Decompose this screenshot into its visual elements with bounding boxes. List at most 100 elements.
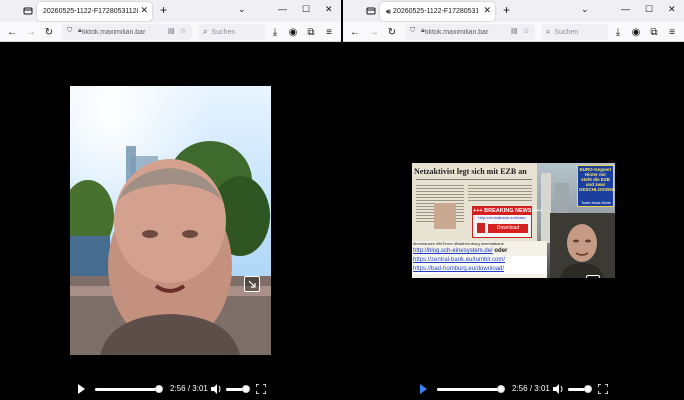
total-time: 3:01 [192, 384, 208, 393]
reader-view-icon[interactable]: ▤ [168, 27, 175, 35]
picture-in-picture-icon[interactable] [244, 276, 260, 292]
lock-icon[interactable]: 🔒︎ [78, 27, 82, 35]
forward-icon[interactable]: → [24, 25, 38, 39]
newspaper-headline: Netzaktivist legt sich mit EZB an [414, 167, 527, 176]
tab-title: 20260525-1122-F172805311281275 [43, 8, 138, 15]
downloads-icon[interactable]: ⤓ [268, 25, 282, 39]
extensions-icon[interactable]: ⧉ [304, 25, 318, 39]
nav-bar: ← → ↻ ⛉ 🔒︎ tiktok.maximilian.bar ▤ ☆ ⌕ S… [0, 22, 341, 42]
maximize-icon[interactable]: ☐ [645, 4, 653, 15]
pdf-icon [477, 223, 485, 233]
maximize-icon[interactable]: ☐ [302, 4, 310, 15]
tab-list-icon[interactable] [20, 3, 36, 19]
url-bar[interactable]: ⛉ 🔒︎ tiktok.maximilian.bar ▤ ☆ [405, 24, 535, 40]
shield-icon[interactable]: ⛉ [410, 27, 415, 35]
time-display: 2:56 / 3:01 [170, 384, 208, 393]
links-panel: #bonhausen #fixTerror #BadHomburg #zentr… [412, 241, 547, 278]
url-text: tiktok.maximilian.bar [425, 28, 489, 36]
back-icon[interactable]: ← [5, 25, 19, 39]
new-tab-button[interactable]: + [160, 3, 167, 17]
fullscreen-icon[interactable] [597, 383, 609, 395]
list-all-tabs-icon[interactable]: ⌄ [581, 4, 589, 15]
current-time: 2:56 [170, 384, 186, 393]
download-badge: Download [488, 224, 528, 233]
reader-view-icon[interactable]: ▤ [511, 27, 518, 35]
nav-bar: ← → ↻ ⛉ 🔒︎ tiktok.maximilian.bar ▤ ☆ ⌕ S… [343, 22, 684, 42]
volume-slider[interactable] [568, 385, 592, 393]
euro-box: EURO-Gegner! Hinter mir steht die EZB un… [577, 165, 615, 207]
tab-active[interactable]: 🔊︎ 20260525-1122-F172805311281275 ✕ [380, 2, 495, 21]
newspaper-rule [416, 179, 532, 180]
volume-slider[interactable] [226, 385, 250, 393]
search-input[interactable]: ⌕ Suchen [542, 24, 608, 40]
video-player[interactable] [70, 86, 271, 355]
url-bar[interactable]: ⛉ 🔒︎ tiktok.maximilian.bar ▤ ☆ [62, 24, 192, 40]
account-icon[interactable]: ◉ [629, 25, 643, 39]
link-line-3: https://bad-homburg.eu/download/ [412, 265, 547, 274]
tab-bar: 🔊︎ 20260525-1122-F172805311281275 ✕ + ⌄ … [343, 0, 684, 22]
breaking-link: http://zentralbank.eu/brake [478, 215, 526, 220]
link-line-1: http://blog.sch-einesystem.de/ oder [412, 247, 547, 256]
time-separator: / [529, 384, 533, 393]
search-placeholder: Suchen [554, 28, 579, 36]
close-window-icon[interactable]: ✕ [668, 4, 676, 15]
seek-thumb[interactable] [155, 385, 164, 393]
picture-in-picture-icon[interactable] [586, 275, 600, 278]
lock-icon[interactable]: 🔒︎ [421, 27, 425, 35]
search-input[interactable]: ⌕ Suchen [199, 24, 265, 40]
list-all-tabs-icon[interactable]: ⌄ [238, 4, 246, 15]
current-time: 2:56 [512, 384, 528, 393]
close-window-icon[interactable]: ✕ [325, 4, 333, 15]
tab-list-icon[interactable] [363, 3, 379, 19]
back-icon[interactable]: ← [348, 25, 362, 39]
new-tab-button[interactable]: + [503, 3, 510, 17]
reload-icon[interactable]: ↻ [385, 25, 399, 39]
account-icon[interactable]: ◉ [286, 25, 300, 39]
browser-window-right: 🔊︎ 20260525-1122-F172805311281275 ✕ + ⌄ … [343, 0, 684, 400]
breaking-news-box: +++ BREAKING NEWS +++ http://zentralbank… [472, 206, 543, 238]
euro-box-subtext: Tower etwas Worte [581, 201, 611, 205]
seek-slider[interactable] [437, 385, 506, 393]
volume-thumb[interactable] [242, 385, 250, 393]
forward-icon[interactable]: → [367, 25, 381, 39]
extensions-icon[interactable]: ⧉ [647, 25, 661, 39]
app-menu-icon[interactable]: ≡ [322, 25, 336, 39]
video-player[interactable]: Netzaktivist legt sich mit EZB an EURO-G… [412, 163, 615, 278]
link-oder: oder [492, 248, 508, 254]
tab-close-icon[interactable]: ✕ [483, 5, 491, 16]
tab-close-icon[interactable]: ✕ [140, 5, 148, 16]
bookmark-star-icon[interactable]: ☆ [523, 27, 529, 35]
tab-active[interactable]: 20260525-1122-F172805311281275 ✕ [37, 2, 152, 21]
seek-thumb[interactable] [497, 385, 506, 393]
video-controls: 2:56 / 3:01 [412, 380, 615, 398]
downloads-icon[interactable]: ⤓ [611, 25, 625, 39]
reload-icon[interactable]: ↻ [42, 25, 56, 39]
tab-title: 20260525-1122-F172805311281275 [393, 8, 479, 15]
app-menu-icon[interactable]: ≡ [665, 25, 679, 39]
minimize-icon[interactable]: — [278, 4, 287, 14]
search-placeholder: Suchen [211, 28, 236, 36]
search-icon: ⌕ [203, 27, 208, 36]
seek-progress [95, 388, 160, 391]
play-icon[interactable] [420, 384, 427, 394]
play-icon[interactable] [78, 384, 85, 394]
seek-slider[interactable] [95, 385, 164, 393]
time-display: 2:56 / 3:01 [512, 384, 550, 393]
newspaper-photo [434, 203, 456, 229]
video-controls: 2:56 / 3:01 [70, 380, 271, 398]
speaker-playing-icon[interactable]: 🔊︎ [386, 7, 391, 17]
fullscreen-icon[interactable] [255, 383, 267, 395]
volume-thumb[interactable] [584, 385, 592, 393]
minimize-icon[interactable]: — [621, 4, 630, 14]
tab-bar: 20260525-1122-F172805311281275 ✕ + ⌄ — ☐… [0, 0, 341, 22]
euro-box-text: EURO-Gegner! Hinter mir steht die EZB un… [579, 167, 615, 192]
volume-icon[interactable] [552, 383, 564, 395]
breaking-news-text: +++ BREAKING NEWS +++ [473, 207, 543, 215]
time-separator: / [187, 384, 191, 393]
shield-icon[interactable]: ⛉ [67, 27, 72, 35]
presenter-face [550, 213, 615, 278]
link-blog: http://blog.sch-einesystem.de/ [413, 248, 493, 254]
video-frame-selfie [70, 86, 271, 355]
bookmark-star-icon[interactable]: ☆ [180, 27, 186, 35]
volume-icon[interactable] [210, 383, 222, 395]
